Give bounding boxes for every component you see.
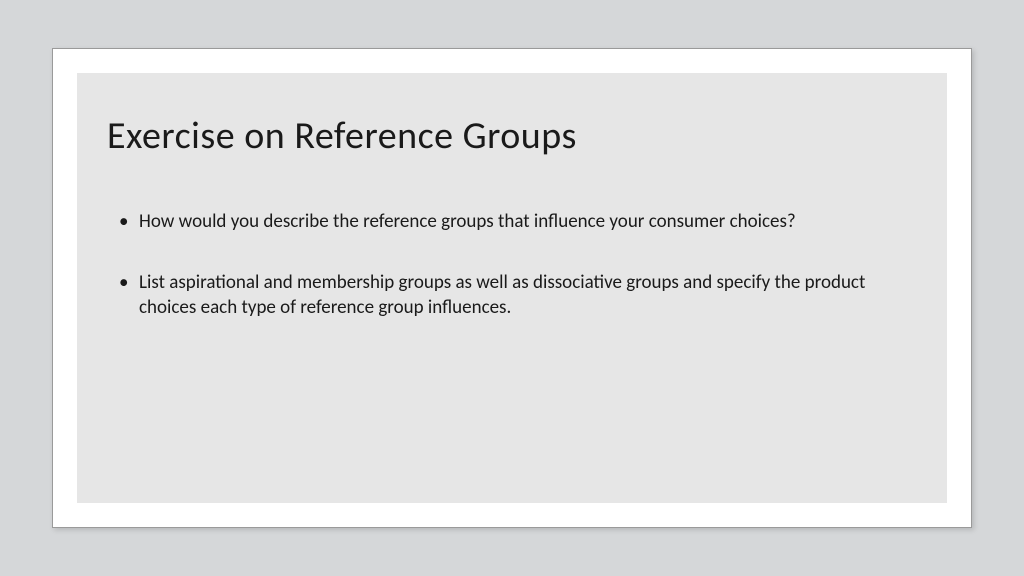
list-item: List aspirational and membership groups … bbox=[117, 270, 917, 321]
slide-title: Exercise on Reference Groups bbox=[107, 113, 917, 159]
slide-outer-frame: Exercise on Reference Groups How would y… bbox=[52, 48, 972, 528]
bullet-list: How would you describe the reference gro… bbox=[107, 209, 917, 321]
list-item: How would you describe the reference gro… bbox=[117, 209, 917, 235]
slide-inner-content: Exercise on Reference Groups How would y… bbox=[77, 73, 947, 503]
